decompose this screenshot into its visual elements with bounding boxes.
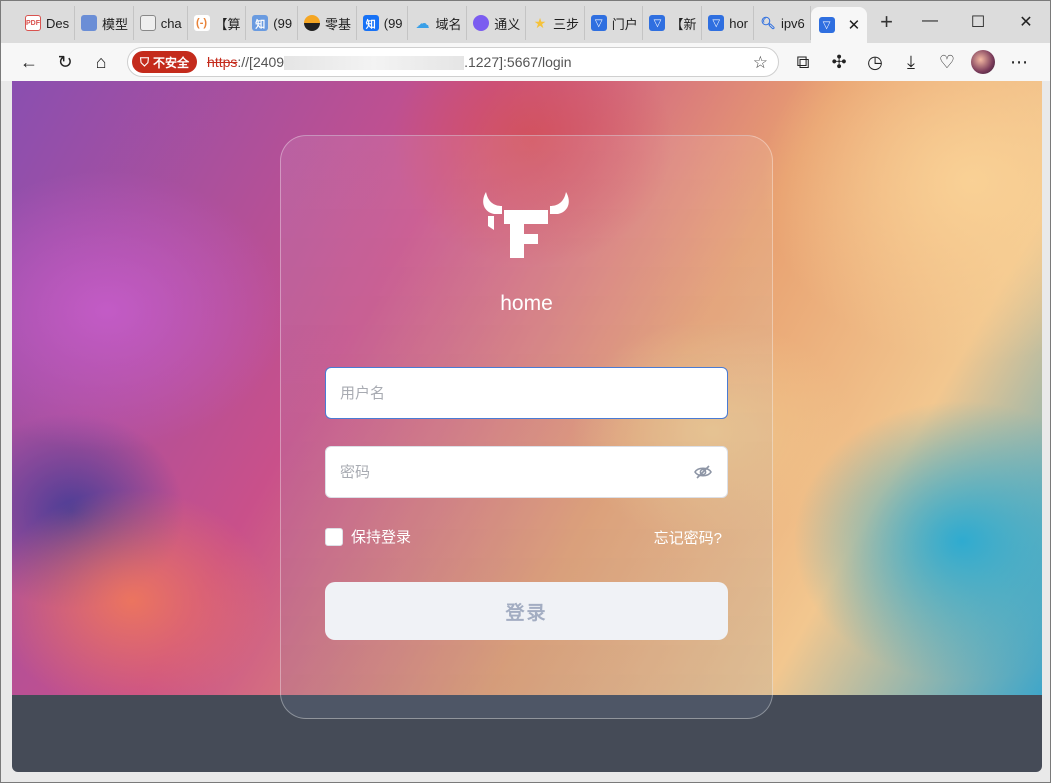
book-icon [80,15,97,31]
password-field[interactable] [325,446,728,498]
remember-me[interactable]: 保持登录 [325,526,411,547]
tab-11[interactable]: ▽ 【新 [643,6,703,40]
url-text: https://[2409 .1227]:5667/login [207,53,572,71]
zhihu-icon: 知 [362,15,379,31]
tab-9[interactable]: ★ 三步 [526,6,585,40]
browser-window: PDF Des 模型 cha (-) 【算 知 (99 零基 知 (99 ☁ 域… [0,0,1051,783]
collections-icon[interactable]: ⧉ [785,47,821,77]
tab-3[interactable]: (-) 【算 [188,6,247,40]
new-tab-button[interactable]: + [867,9,906,35]
maximize-button[interactable]: ☐ [954,12,1002,32]
forgot-password-link[interactable]: 忘记密码? [654,527,722,548]
star-icon: ★ [533,14,547,31]
url-scheme: https [207,53,238,70]
tab-8[interactable]: 通义 [467,6,526,40]
minimize-button[interactable]: — [906,12,954,32]
tab-4[interactable]: 知 (99 [246,6,298,40]
page-content: home 保持登录 忘记密码? 登录 [12,81,1042,772]
bull-icon: ▽ [649,15,666,31]
tab-strip: PDF Des 模型 cha (-) 【算 知 (99 零基 知 (99 ☁ 域… [1,1,1050,43]
history-icon[interactable]: ◷ [857,47,893,77]
health-icon[interactable]: ♡ [929,47,965,77]
url-redacted [284,56,465,71]
password-input[interactable] [340,463,693,481]
profile-button[interactable] [965,47,1001,77]
tab-6[interactable]: 知 (99 [357,6,409,40]
browser-toolbar: ← ↻ ⌂ ⛉ 不安全 https://[2409 .1227]:5667/log… [1,43,1050,81]
tab-12[interactable]: ▽ hor [702,6,754,40]
page-icon [139,15,156,31]
code-icon: (-) [193,15,210,31]
extensions-icon[interactable]: ✣ [821,47,857,77]
remember-label: 保持登录 [351,529,412,546]
tab-active[interactable]: ▽ ✕ [810,7,868,43]
zhihu-icon: 知 [252,15,269,31]
tab-2[interactable]: cha [134,6,188,40]
tab-7[interactable]: ☁ 域名 [408,6,468,40]
bull-logo-icon [483,192,569,258]
app-title: home [500,292,553,315]
bull-icon: ▽ [818,17,835,33]
username-field[interactable] [325,367,728,419]
circle-icon [304,15,320,31]
shield-icon: ⛉ [140,54,150,69]
tab-13[interactable]: 🔍︎ ipv6 [754,6,811,40]
username-input[interactable] [340,384,713,402]
tab-5[interactable]: 零基 [298,6,357,40]
login-button[interactable]: 登录 [325,582,728,640]
tab-10[interactable]: ▽ 门户 [585,6,644,40]
home-button[interactable]: ⌂ [83,47,119,77]
reload-button[interactable]: ↻ [47,47,83,77]
close-window-button[interactable]: ✕ [1002,12,1050,32]
bull-icon: ▽ [708,15,725,31]
close-tab-icon[interactable]: ✕ [848,16,861,34]
window-controls: — ☐ ✕ [906,12,1050,32]
back-button[interactable]: ← [11,47,47,77]
url-host-start: ://[2409 [237,53,285,70]
cloud-icon: ☁ [415,14,430,31]
pdf-icon: PDF [25,15,41,31]
url-host-end: .1227] [464,53,504,70]
tab-1[interactable]: 模型 [75,6,134,40]
remember-checkbox[interactable] [325,527,343,546]
avatar [971,50,995,74]
eye-off-icon[interactable] [693,462,713,482]
tongyi-icon [473,15,490,31]
download-icon[interactable]: ⤓ [893,47,929,77]
login-card: home 保持登录 忘记密码? 登录 [280,135,773,719]
bull-icon: ▽ [590,15,607,31]
search-icon: 🔍︎ [760,16,776,30]
favorite-star-icon[interactable]: ☆ [753,53,768,73]
address-bar[interactable]: ⛉ 不安全 https://[2409 .1227]:5667/login ☆ [127,47,779,77]
url-path: :5667/login [503,53,572,70]
tab-0[interactable]: PDF Des [19,6,75,40]
insecure-badge[interactable]: ⛉ 不安全 [132,51,198,73]
more-menu-icon[interactable]: ⋯ [1001,47,1037,77]
toolbar-right: ⧉ ✣ ◷ ⤓ ♡ ⋯ [785,43,1037,81]
